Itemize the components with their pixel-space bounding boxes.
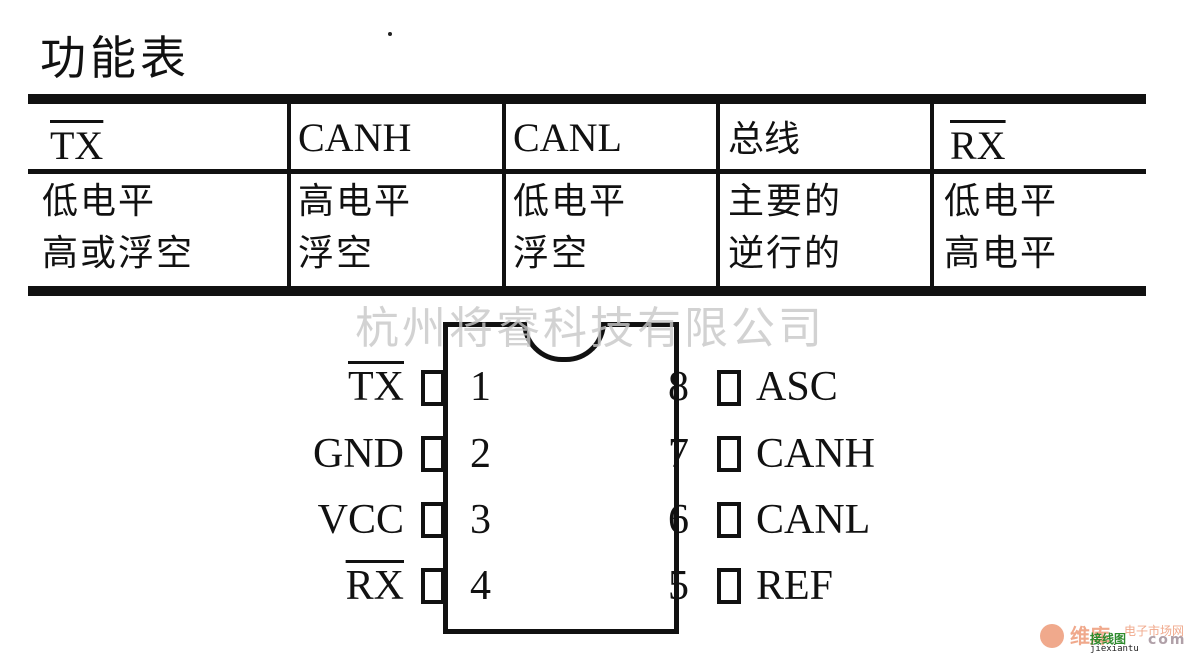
column-canl-values: 低电平 浮空 <box>513 176 627 280</box>
pin-2-number: 2 <box>470 431 491 477</box>
header-tx: TX <box>50 123 104 168</box>
column-canh-values: 高电平 浮空 <box>298 176 412 280</box>
pin-8-number: 8 <box>668 364 689 410</box>
column-bus-values: 主要的 逆行的 <box>728 176 842 280</box>
pin-3-number: 3 <box>470 497 491 543</box>
table-cell: 主要的 <box>728 181 843 222</box>
table-cell: 高电平 <box>298 181 413 222</box>
logo-emblem-icon <box>1040 624 1064 648</box>
column-divider <box>287 102 291 288</box>
logo-pinyin: jiexiantu <box>1090 644 1139 654</box>
pin-2-label: GND <box>313 431 404 477</box>
table-cell: 低电平 <box>944 181 1059 222</box>
logo-com: com <box>1148 632 1187 648</box>
pin-6-label: CANL <box>756 497 871 543</box>
pin-1-number: 1 <box>470 364 491 410</box>
header-rx: RX <box>950 123 1006 168</box>
pin-3-label: VCC <box>317 497 404 543</box>
column-divider <box>930 102 934 288</box>
pin-4-label: RX <box>345 563 404 609</box>
column-divider <box>716 102 720 288</box>
pin-3-pad <box>421 502 445 538</box>
pin-8-pad <box>717 370 741 406</box>
column-tx-values: 低电平 高或浮空 <box>42 176 194 280</box>
pin-6-pad <box>717 502 741 538</box>
pin-5-label: REF <box>756 563 834 609</box>
table-cell: 高或浮空 <box>42 233 195 274</box>
scan-speck <box>388 32 392 36</box>
pin-8-label: ASC <box>756 364 838 410</box>
pin-4-number: 4 <box>470 563 491 609</box>
column-rx-values: 低电平 高电平 <box>944 176 1058 280</box>
pin-7-number: 7 <box>668 431 689 477</box>
pin-7-label: CANH <box>756 431 876 477</box>
pin-6-number: 6 <box>668 497 689 543</box>
header-canh: CANH <box>298 115 412 160</box>
pin-7-pad <box>717 436 741 472</box>
pin-5-number: 5 <box>668 563 689 609</box>
site-logo: 维库 电子市场网 接线图 com jiexiantu <box>1040 622 1200 656</box>
function-table-title: 功能表 <box>40 31 190 85</box>
company-watermark: 杭州将睿科技有限公司 <box>355 303 825 354</box>
table-cell: 浮空 <box>298 233 375 274</box>
pin-5-pad <box>717 568 741 604</box>
pin-1-label: TX <box>348 364 404 410</box>
table-cell: 低电平 <box>42 181 157 222</box>
table-top-rule <box>28 94 1146 104</box>
pin-4-pad <box>421 568 445 604</box>
header-canl: CANL <box>513 115 622 160</box>
table-cell: 逆行的 <box>728 233 843 274</box>
table-cell: 高电平 <box>944 233 1059 274</box>
pin-2-pad <box>421 436 445 472</box>
column-divider <box>502 102 506 288</box>
header-bus: 总线 <box>728 119 801 160</box>
pin-1-pad <box>421 370 445 406</box>
table-cell: 浮空 <box>513 233 590 274</box>
table-cell: 低电平 <box>513 181 628 222</box>
